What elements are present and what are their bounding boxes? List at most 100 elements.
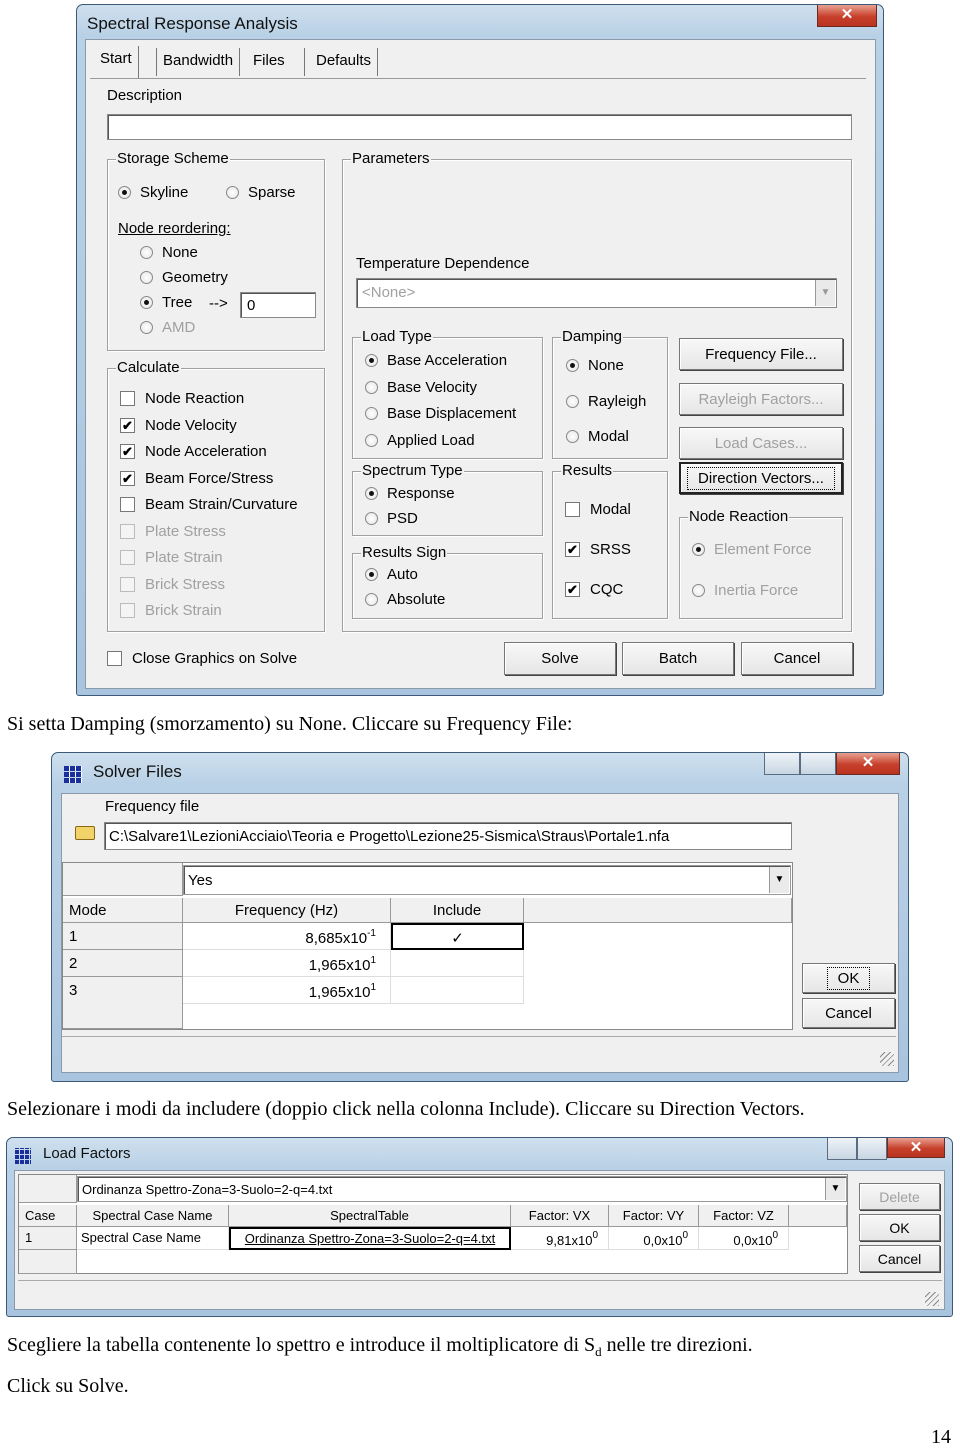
column-header-spectral-case-name[interactable]: Spectral Case Name xyxy=(77,1205,229,1227)
column-header-include[interactable]: Include xyxy=(391,898,524,923)
checkbox-results-srss[interactable]: ✔ SRSS xyxy=(565,541,631,558)
delete-button[interactable]: Delete xyxy=(859,1183,940,1210)
minimize-button[interactable] xyxy=(827,1138,857,1160)
cell-factor-vx[interactable]: 9,81x100 xyxy=(511,1227,609,1250)
frequency-exponent: -1 xyxy=(367,928,376,939)
radio-label: Sparse xyxy=(248,184,296,201)
radio-inertia-force[interactable]: Inertia Force xyxy=(692,582,798,599)
resize-grip-icon[interactable] xyxy=(880,1052,894,1066)
radio-damping-modal[interactable]: Modal xyxy=(566,428,629,445)
resize-grip-icon[interactable] xyxy=(925,1292,939,1306)
column-header-spectraltable[interactable]: SpectralTable xyxy=(229,1205,511,1227)
button-label: Cancel xyxy=(877,1250,922,1267)
close-button[interactable]: ✕ xyxy=(887,1138,945,1158)
radio-element-force[interactable]: Element Force xyxy=(692,541,812,558)
checkbox-node-acceleration[interactable]: ✔ Node Acceleration xyxy=(120,443,267,460)
column-header-factor-vz[interactable]: Factor: VZ xyxy=(699,1205,789,1227)
load-type-legend: Load Type xyxy=(361,328,433,345)
maximize-button[interactable] xyxy=(857,1138,887,1160)
column-header-case: Case xyxy=(19,1205,77,1227)
frequency-file-label: Frequency file xyxy=(105,798,200,815)
column-header-factor-vy[interactable]: Factor: VY xyxy=(609,1205,699,1227)
radio-base-acceleration[interactable]: Base Acceleration xyxy=(365,352,507,369)
radio-label: Modal xyxy=(588,428,629,445)
load-cases-button[interactable]: Load Cases... xyxy=(679,427,843,459)
tab-start[interactable]: Start xyxy=(94,46,139,78)
tab-bandwidth[interactable]: Bandwidth xyxy=(156,48,241,76)
checkbox-results-modal[interactable]: Modal xyxy=(565,501,631,518)
radio-base-displacement[interactable]: Base Displacement xyxy=(365,405,516,422)
radio-damping-none[interactable]: None xyxy=(566,357,624,374)
checkbox-plate-stress[interactable]: Plate Stress xyxy=(120,523,226,540)
checkbox-node-reaction[interactable]: Node Reaction xyxy=(120,390,244,407)
checkbox-beam-force-stress[interactable]: ✔ Beam Force/Stress xyxy=(120,470,273,487)
cell-factor-vy[interactable]: 0,0x100 xyxy=(609,1227,699,1250)
cell-editor[interactable]: Ordinanza Spettro-Zona=3-Suolo=2-q=4.txt… xyxy=(77,1176,847,1202)
frequency-file-path[interactable] xyxy=(104,822,792,850)
radio-response[interactable]: Response xyxy=(365,485,455,502)
radio-reorder-tree[interactable]: Tree xyxy=(140,294,192,311)
close-button[interactable]: ✕ xyxy=(817,5,877,27)
description-input[interactable] xyxy=(107,114,852,140)
radio-dot-icon xyxy=(226,186,239,199)
close-graphics-checkbox[interactable]: Close Graphics on Solve xyxy=(107,650,297,667)
radio-auto[interactable]: Auto xyxy=(365,566,418,583)
include-cell[interactable] xyxy=(391,950,524,977)
tab-defaults[interactable]: Defaults xyxy=(310,48,379,76)
tree-value-input[interactable] xyxy=(240,292,316,318)
radio-reorder-geometry[interactable]: Geometry xyxy=(140,269,228,286)
cancel-button[interactable]: Cancel xyxy=(859,1245,940,1272)
batch-button[interactable]: Batch xyxy=(622,642,734,675)
direction-vectors-button[interactable]: Direction Vectors... xyxy=(679,462,843,494)
node-reaction-group: Node Reaction xyxy=(679,508,843,619)
caption-4: Click su Solve. xyxy=(7,1375,129,1397)
folder-open-icon[interactable] xyxy=(75,826,95,840)
radio-psd[interactable]: PSD xyxy=(365,510,418,527)
rayleigh-factors-button[interactable]: Rayleigh Factors... xyxy=(679,383,843,415)
cell-editor[interactable]: Yes ▼ xyxy=(183,865,791,895)
temperature-select[interactable]: <None> ▼ xyxy=(356,278,837,308)
calculate-legend: Calculate xyxy=(116,359,181,376)
cell-factor-vz[interactable]: 0,0x100 xyxy=(699,1227,789,1250)
load-factors-grid: Ordinanza Spettro-Zona=3-Suolo=2-q=4.txt… xyxy=(18,1174,848,1274)
frequency-file-button[interactable]: Frequency File... xyxy=(679,338,843,370)
factor-mantissa: 9,81x10 xyxy=(546,1233,593,1248)
cell-spectral-table-selected[interactable]: Ordinanza Spettro-Zona=3-Suolo=2-q=4.txt xyxy=(229,1227,511,1250)
radio-applied-load[interactable]: Applied Load xyxy=(365,432,475,449)
row-header-empty xyxy=(63,1003,183,1029)
radio-reorder-amd[interactable]: AMD xyxy=(140,319,195,336)
maximize-button[interactable] xyxy=(800,753,836,775)
radio-skyline[interactable]: Skyline xyxy=(118,184,188,201)
radio-absolute[interactable]: Absolute xyxy=(365,591,445,608)
radio-sparse[interactable]: Sparse xyxy=(226,184,296,201)
include-cell[interactable] xyxy=(391,977,524,1004)
include-cell-selected[interactable]: ✓ xyxy=(391,923,524,950)
radio-reorder-none[interactable]: None xyxy=(140,244,198,261)
close-button[interactable]: ✕ xyxy=(836,753,900,775)
radio-damping-rayleigh[interactable]: Rayleigh xyxy=(566,393,646,410)
checkbox-brick-stress[interactable]: Brick Stress xyxy=(120,576,225,593)
checkbox-node-velocity[interactable]: ✔ Node Velocity xyxy=(120,417,237,434)
tab-files[interactable]: Files xyxy=(247,48,305,76)
column-header-empty xyxy=(789,1205,847,1227)
checkbox-brick-strain[interactable]: Brick Strain xyxy=(120,602,222,619)
checkbox-plate-strain[interactable]: Plate Strain xyxy=(120,549,223,566)
cancel-button[interactable]: Cancel xyxy=(741,642,853,675)
minimize-button[interactable] xyxy=(764,753,800,775)
dropdown-arrow-icon[interactable]: ▼ xyxy=(769,867,789,893)
dropdown-arrow-icon[interactable]: ▼ xyxy=(825,1178,845,1200)
radio-dot-icon xyxy=(566,394,579,408)
dropdown-arrow-icon[interactable]: ▼ xyxy=(815,280,835,306)
column-header-frequency[interactable]: Frequency (Hz) xyxy=(183,898,391,923)
checkbox-results-cqc[interactable]: ✔ CQC xyxy=(565,581,623,598)
cancel-button[interactable]: Cancel xyxy=(802,998,895,1028)
ok-button[interactable]: OK xyxy=(802,963,895,993)
radio-dot-icon xyxy=(566,359,579,372)
solve-button[interactable]: Solve xyxy=(504,642,616,675)
cell-spectral-case-name[interactable]: Spectral Case Name xyxy=(77,1227,229,1250)
checkbox-beam-strain-curvature[interactable]: Beam Strain/Curvature xyxy=(120,496,298,513)
radio-dot-icon xyxy=(365,512,378,525)
radio-base-velocity[interactable]: Base Velocity xyxy=(365,379,477,396)
column-header-factor-vx[interactable]: Factor: VX xyxy=(511,1205,609,1227)
ok-button[interactable]: OK xyxy=(859,1214,940,1241)
